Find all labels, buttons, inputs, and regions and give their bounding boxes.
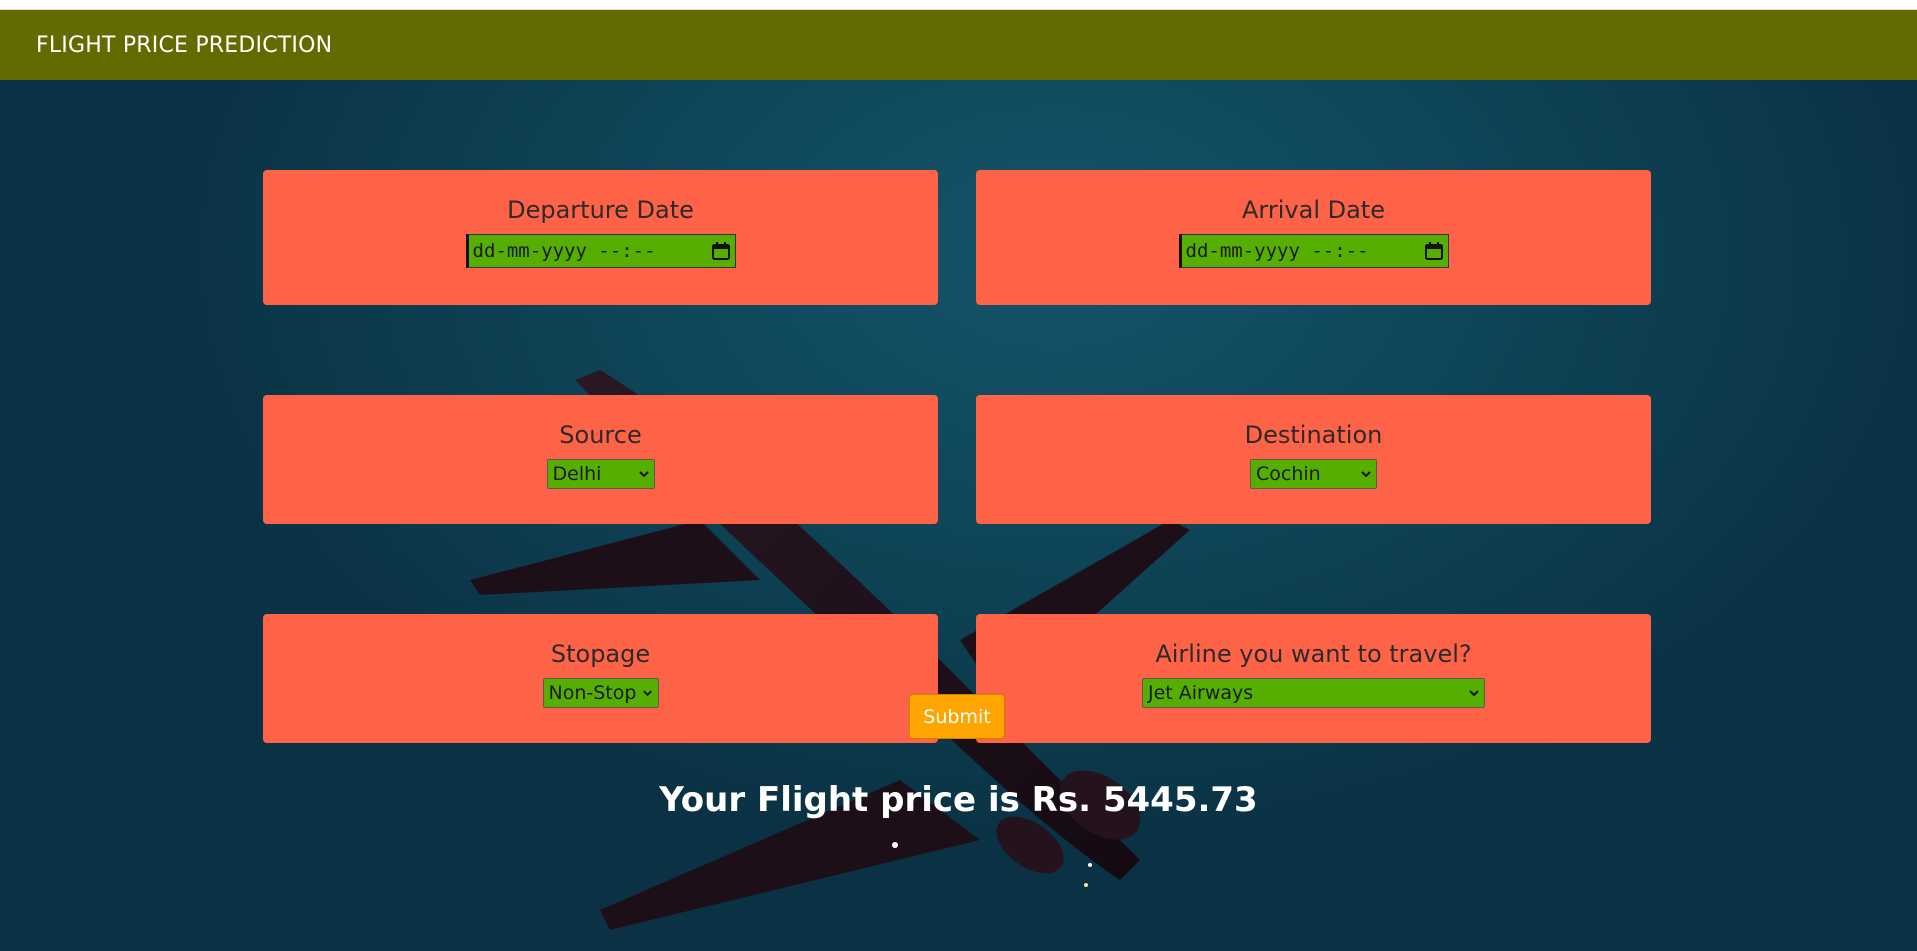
- airline-select[interactable]: Jet Airways: [1142, 678, 1485, 708]
- departure-date-placeholder: dd-mm-yyyy --:--: [472, 240, 656, 262]
- departure-date-card: Departure Date dd-mm-yyyy --:--: [263, 170, 938, 305]
- airline-card: Airline you want to travel? Jet Airways: [976, 614, 1651, 743]
- chevron-down-icon: [1361, 471, 1371, 478]
- destination-label: Destination: [1244, 421, 1383, 449]
- destination-card: Destination Cochin: [976, 395, 1651, 524]
- arrival-date-card: Arrival Date dd-mm-yyyy --:--: [976, 170, 1651, 305]
- arrival-date-input[interactable]: dd-mm-yyyy --:--: [1178, 234, 1449, 268]
- stopage-card: Stopage Non-Stop: [263, 614, 938, 743]
- airline-selected-value: Jet Airways: [1148, 682, 1254, 704]
- chevron-down-icon: [638, 471, 649, 478]
- chevron-down-icon: [1469, 690, 1479, 697]
- source-selected-value: Delhi: [552, 463, 602, 485]
- destination-selected-value: Cochin: [1256, 463, 1321, 485]
- calendar-icon[interactable]: [711, 241, 731, 261]
- stopage-label: Stopage: [550, 640, 651, 668]
- calendar-icon[interactable]: [1424, 241, 1444, 261]
- navbar: FLIGHT PRICE PREDICTION: [0, 10, 1917, 80]
- source-label: Source: [559, 421, 642, 449]
- arrival-date-placeholder: dd-mm-yyyy --:--: [1185, 240, 1369, 262]
- source-card: Source Delhi: [263, 395, 938, 524]
- stopage-select[interactable]: Non-Stop: [542, 678, 659, 708]
- arrival-date-label: Arrival Date: [1242, 196, 1385, 224]
- departure-date-label: Departure Date: [507, 196, 694, 224]
- destination-select[interactable]: Cochin: [1250, 459, 1377, 489]
- predicted-price-text: Your Flight price is Rs. 5445.73: [659, 780, 1258, 820]
- submit-button[interactable]: Submit: [909, 694, 1005, 739]
- browser-top-strip: [0, 0, 1917, 10]
- source-select[interactable]: Delhi: [546, 459, 655, 489]
- airline-label: Airline you want to travel?: [1155, 640, 1472, 668]
- brand-title[interactable]: FLIGHT PRICE PREDICTION: [36, 33, 332, 58]
- stopage-selected-value: Non-Stop: [548, 682, 637, 704]
- chevron-down-icon: [643, 690, 653, 697]
- departure-date-input[interactable]: dd-mm-yyyy --:--: [465, 234, 736, 268]
